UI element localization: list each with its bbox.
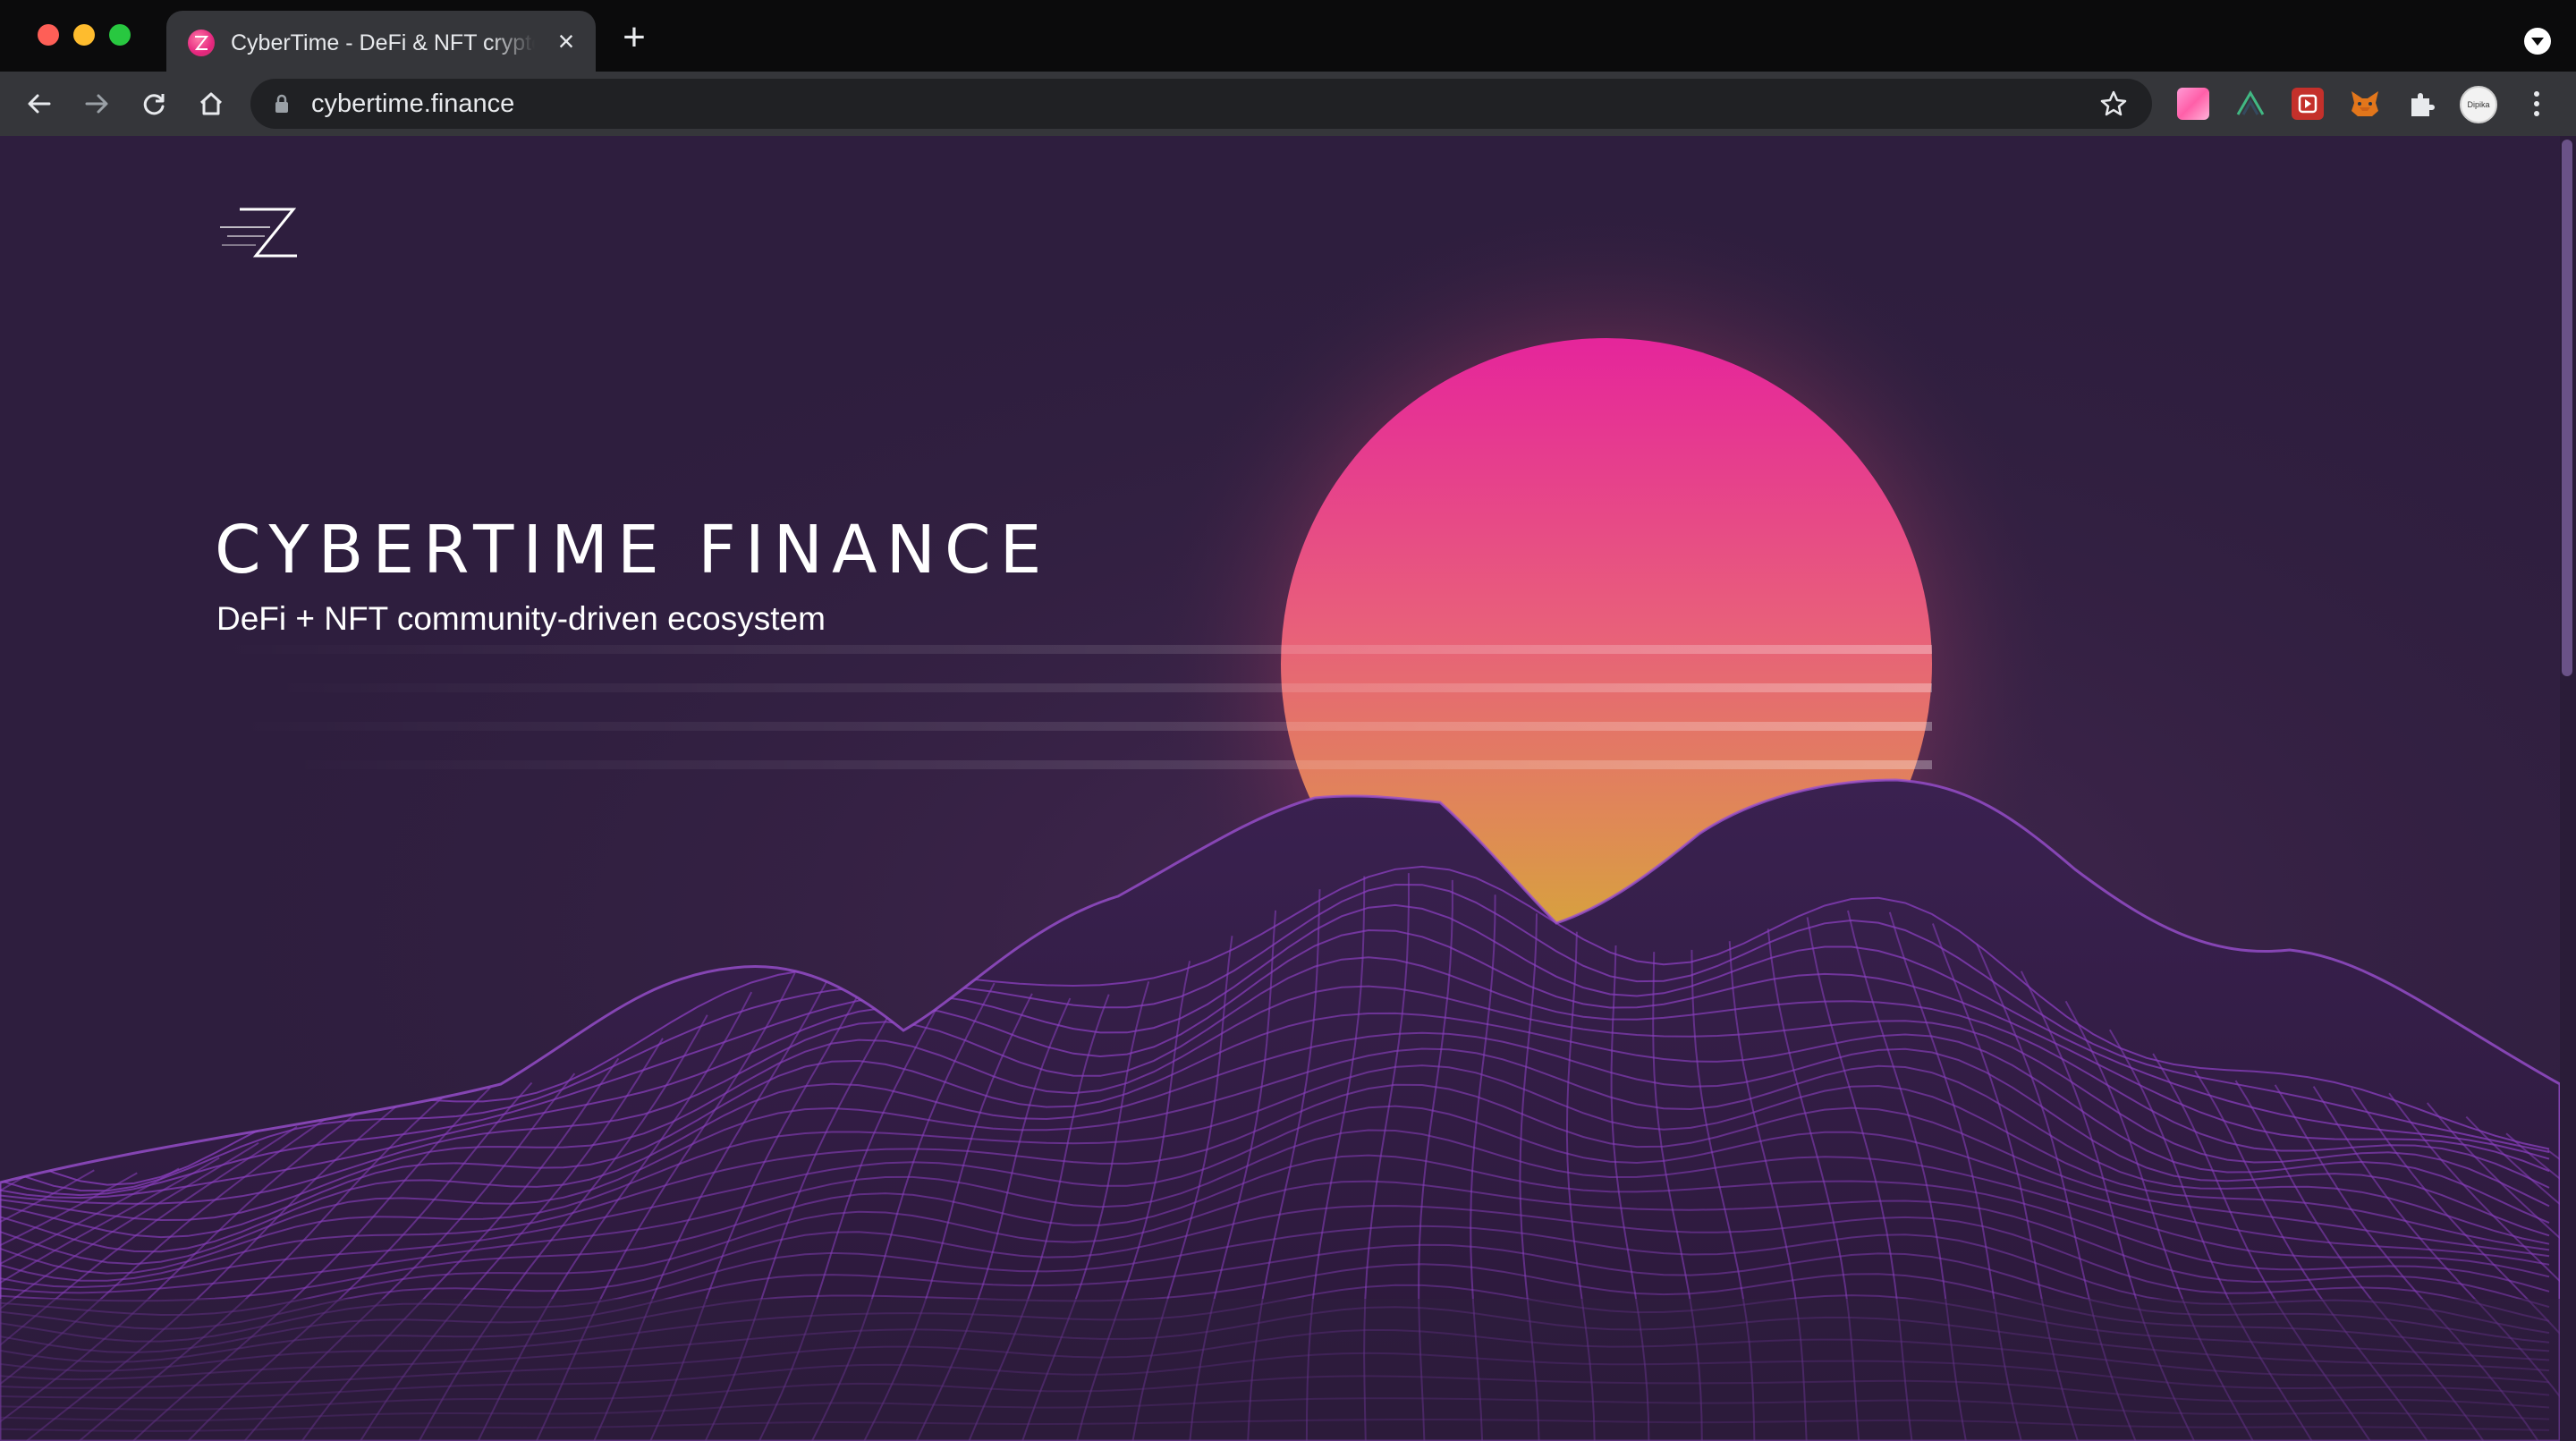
scrollbar-thumb[interactable] xyxy=(2562,140,2572,676)
back-button[interactable] xyxy=(18,82,61,125)
forward-button[interactable] xyxy=(75,82,118,125)
hero-title: CYBERTIME FINANCE xyxy=(215,512,1051,589)
vue-devtools-icon[interactable] xyxy=(2234,88,2267,120)
profile-avatar[interactable]: Dipika Ameta xyxy=(2460,86,2497,123)
play-icon xyxy=(2298,94,2318,114)
arrow-left-icon xyxy=(28,94,51,114)
hero-subtitle: DeFi + NFT community-driven ecosystem xyxy=(216,600,826,637)
minimize-window-button[interactable] xyxy=(73,24,95,46)
active-tab[interactable]: CyberTime - DeFi & NFT crypto × xyxy=(166,11,596,72)
gradient-square-extension-icon[interactable] xyxy=(2177,88,2209,120)
close-window-button[interactable] xyxy=(38,24,59,46)
cybertime-favicon-icon xyxy=(188,30,215,56)
url-text: cybertime.finance xyxy=(311,89,515,118)
home-button[interactable] xyxy=(190,82,233,125)
browser-tab-bar: CyberTime - DeFi & NFT crypto × + xyxy=(0,0,2576,72)
reload-button[interactable] xyxy=(132,82,175,125)
tab-search-button[interactable] xyxy=(2524,28,2551,55)
lock-icon xyxy=(275,94,288,113)
page-viewport: CYBERTIME FINANCE DeFi + NFT community-d… xyxy=(0,136,2576,1441)
home-icon xyxy=(199,92,223,115)
tab-close-button[interactable]: × xyxy=(551,27,581,57)
browser-menu-button[interactable] xyxy=(2526,88,2547,120)
metamask-fox-icon[interactable] xyxy=(2349,88,2381,120)
new-tab-button[interactable]: + xyxy=(617,18,651,57)
bookmark-star-icon[interactable] xyxy=(2098,89,2129,119)
puzzle-extensions-icon[interactable] xyxy=(2406,88,2438,120)
reload-icon xyxy=(143,94,165,115)
maximize-window-button[interactable] xyxy=(109,24,131,46)
synthwave-scene xyxy=(0,136,2560,1441)
address-bar[interactable]: cybertime.finance xyxy=(250,79,2152,129)
tab-title: CyberTime - DeFi & NFT crypto xyxy=(231,30,535,55)
arrow-right-icon xyxy=(85,94,108,114)
page-scrollbar[interactable] xyxy=(2560,136,2576,1441)
red-play-extension-icon[interactable] xyxy=(2292,88,2324,120)
cybertime-logo-icon[interactable] xyxy=(220,204,301,261)
